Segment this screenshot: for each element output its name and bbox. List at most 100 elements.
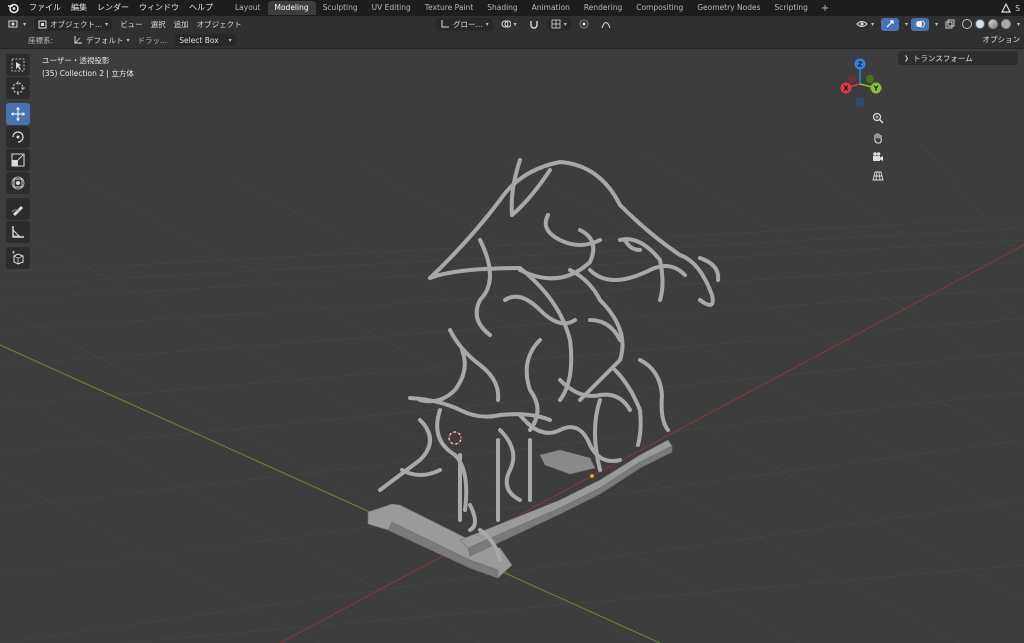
view-name: ユーザー・透視投影 [42, 56, 110, 65]
pivot-value: デフォルト [86, 35, 124, 45]
top-menu-bar: ファイル 編集 レンダー ウィンドウ ヘルプ Layout Modeling S… [0, 0, 1024, 16]
tab-shading[interactable]: Shading [480, 1, 524, 15]
transform-icon [11, 176, 25, 190]
measure-tool[interactable] [6, 221, 30, 243]
axis-neg-y-icon[interactable] [866, 75, 874, 83]
editor-type-button[interactable]: ▾ [4, 18, 30, 31]
axis-z-label: Z [857, 61, 862, 69]
navigation-gizmo[interactable]: Z X Y [832, 56, 888, 112]
annotate-tool[interactable] [6, 198, 30, 220]
chevron-down-icon[interactable]: ▾ [935, 21, 938, 28]
falloff-select[interactable] [597, 18, 615, 31]
menu-help[interactable]: ヘルプ [184, 0, 218, 16]
menu-select[interactable]: 選択 [147, 18, 170, 31]
cursor-tool[interactable] [6, 77, 30, 99]
pan-button[interactable] [870, 130, 886, 146]
tube-sculpture-mesh [378, 158, 721, 562]
mode-select[interactable]: オブジェクト... ▾ [34, 17, 113, 31]
base-beams [367, 439, 673, 579]
scene-icon [1001, 2, 1012, 13]
select-box-icon [11, 58, 25, 72]
zoom-magnifier-icon [872, 112, 884, 124]
chevron-down-icon: ▾ [563, 20, 567, 28]
camera-view-button[interactable] [870, 149, 886, 165]
visibility-select[interactable]: ▾ [852, 18, 878, 31]
hand-icon [874, 132, 882, 144]
chevron-down-icon: ▾ [513, 20, 517, 28]
axis-neg-z-icon[interactable] [855, 97, 865, 107]
axis-neg-x-icon[interactable] [848, 75, 856, 83]
menu-view[interactable]: ビュー [116, 18, 147, 31]
falloff-curve-icon [601, 22, 611, 29]
menu-edit[interactable]: 編集 [66, 0, 92, 16]
gizmo-toggle[interactable] [880, 17, 899, 31]
ruler-icon [12, 226, 24, 238]
menu-render[interactable]: レンダー [92, 0, 134, 16]
3d-cursor[interactable] [448, 431, 462, 445]
transform-panel-title: トランスフォーム [913, 53, 973, 63]
menu-file[interactable]: ファイル [24, 0, 66, 16]
pivot-select[interactable]: デフォルト ▾ [69, 34, 134, 47]
axis-x-label: X [843, 85, 849, 93]
move-icon [11, 107, 25, 121]
overlays-icon [915, 20, 925, 28]
scene-selector[interactable]: S [1000, 0, 1020, 16]
tab-animation[interactable]: Animation [525, 1, 577, 15]
pivot-icon [501, 20, 511, 28]
chevron-down-icon: ▾ [126, 36, 130, 44]
wireframe-shading-icon[interactable] [961, 19, 972, 29]
tab-uv-editing[interactable]: UV Editing [365, 1, 418, 15]
transform-orientation-select[interactable]: グロー... ▾ [436, 17, 493, 31]
select-box-tool[interactable] [6, 54, 30, 76]
axis-y-label: Y [872, 85, 879, 93]
xray-icon [945, 19, 955, 29]
perspective-toggle-button[interactable] [870, 168, 886, 184]
snap-toggle[interactable] [525, 18, 543, 31]
tab-compositing[interactable]: Compositing [629, 1, 690, 15]
add-workspace-button[interactable]: + [815, 3, 835, 14]
rendered-shading-icon[interactable] [1000, 19, 1011, 29]
rotate-tool[interactable] [6, 126, 30, 148]
pivot-point-button[interactable]: ▾ [497, 18, 521, 31]
chevron-down-icon: ▾ [105, 20, 109, 28]
scale-tool[interactable] [6, 149, 30, 171]
move-tool[interactable] [6, 103, 30, 125]
blender-logo-icon[interactable] [6, 1, 20, 15]
eye-icon [856, 21, 868, 27]
select-mode-dropdown[interactable]: Select Box ▾ [175, 34, 236, 46]
cursor-icon [11, 81, 25, 95]
xray-toggle[interactable] [941, 18, 959, 31]
menu-window[interactable]: ウィンドウ [134, 0, 184, 16]
menu-add[interactable]: 追加 [170, 18, 193, 31]
chevron-down-icon[interactable]: ▾ [1017, 21, 1020, 28]
transform-panel-header[interactable]: ❯ トランスフォーム [898, 51, 1018, 65]
orientation-label: グロー... [453, 19, 483, 29]
overlays-toggle[interactable] [910, 17, 929, 31]
chevron-down-icon[interactable]: ▾ [905, 21, 908, 28]
transform-tool[interactable] [6, 172, 30, 194]
snap-target-select[interactable]: ▾ [546, 17, 571, 31]
tab-modeling[interactable]: Modeling [267, 1, 316, 15]
options-button[interactable]: オプション [983, 34, 1021, 45]
y-axis-line [0, 344, 661, 643]
tab-layout[interactable]: Layout [228, 1, 268, 15]
left-toolbar [6, 54, 30, 270]
tool-settings-bar: 座標系: デフォルト ▾ ドラッ... Select Box ▾ オプション [0, 32, 1024, 49]
proportional-edit-toggle[interactable] [575, 18, 593, 31]
object-origin [590, 474, 594, 478]
tab-geometry-nodes[interactable]: Geometry Nodes [690, 1, 767, 15]
workspace-tabs: Layout Modeling Sculpting UV Editing Tex… [228, 0, 835, 16]
zoom-button[interactable] [870, 110, 886, 126]
tab-rendering[interactable]: Rendering [577, 1, 629, 15]
floor-grid [0, 142, 1024, 643]
editor-type-icon [8, 20, 18, 28]
magnet-icon [529, 21, 538, 29]
tab-sculpting[interactable]: Sculpting [316, 1, 365, 15]
tab-texture-paint[interactable]: Texture Paint [418, 1, 480, 15]
material-shading-icon[interactable] [987, 19, 998, 29]
solid-shading-icon[interactable] [974, 19, 985, 29]
add-cube-tool[interactable] [6, 247, 30, 269]
menu-object[interactable]: オブジェクト [193, 18, 246, 31]
gizmo-icon [886, 20, 894, 28]
tab-scripting[interactable]: Scripting [768, 1, 815, 15]
